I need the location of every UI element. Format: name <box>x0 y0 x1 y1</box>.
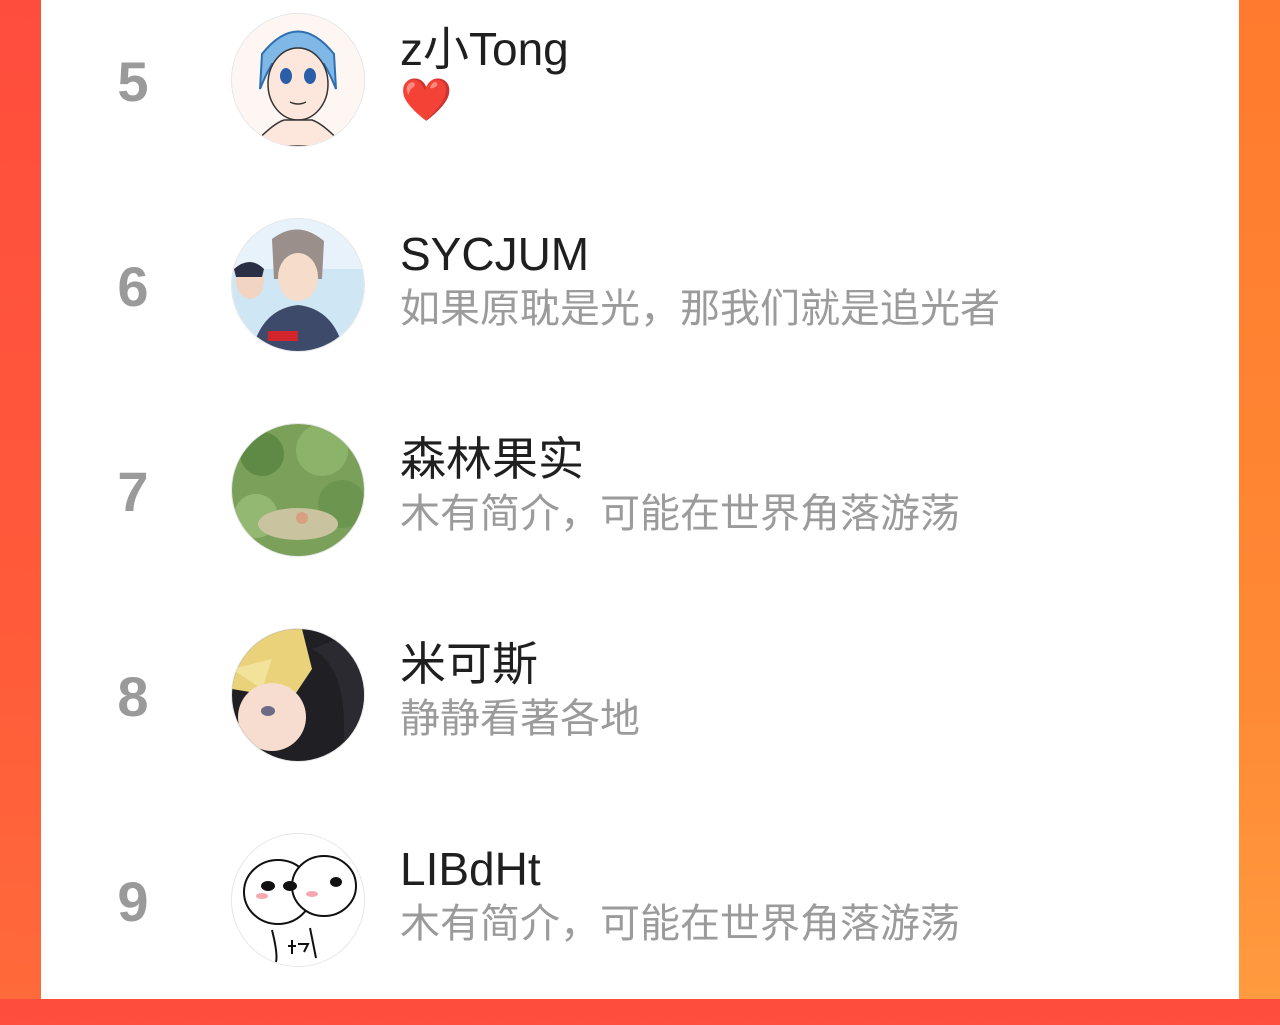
user-bio: 木有简介，可能在世界角落游荡 <box>400 902 960 946</box>
rank-number: 5 <box>117 50 149 113</box>
user-bio: 如果原耽是光，那我们就是追光者 <box>400 287 1000 331</box>
ranking-row[interactable]: 8 米可斯 静静看著各地 <box>41 615 1239 820</box>
rank-number: 9 <box>117 870 149 933</box>
cartoon-faces-avatar[interactable] <box>231 833 365 967</box>
user-name[interactable]: 米可斯 <box>400 641 538 687</box>
ranking-row[interactable]: 6 SYCJUM 如果原耽是光，那我们就是追光者 <box>41 205 1239 410</box>
user-name[interactable]: LIBdHt <box>400 846 541 892</box>
rank-number: 6 <box>117 255 149 318</box>
ranking-row[interactable]: 7 森林果实 木有简介，可能在世界角落游荡 <box>41 410 1239 615</box>
blonde-anime-boy-avatar[interactable] <box>231 628 365 762</box>
ranking-panel: 5 z小Tong ❤️ 6 SYCJUM 如果原耽是光，那我们就是追光者 7 森… <box>41 0 1239 999</box>
anime-boys-hoodie-avatar[interactable] <box>231 218 365 352</box>
heart-icon: ❤️ <box>400 76 453 123</box>
right-accent-strip <box>1239 0 1280 999</box>
ranking-row[interactable]: 9 LIBdHt 木有简介，可能在世界角落游荡 <box>41 820 1239 1025</box>
anime-girl-blue-hair-avatar[interactable] <box>231 13 365 147</box>
ranking-row[interactable]: 5 z小Tong ❤️ <box>41 0 1239 205</box>
rank-number: 8 <box>117 665 149 728</box>
user-bio: 木有简介，可能在世界角落游荡 <box>400 492 960 536</box>
user-name[interactable]: SYCJUM <box>400 231 589 277</box>
forest-scene-avatar[interactable] <box>231 423 365 557</box>
user-name[interactable]: z小Tong <box>400 26 569 72</box>
user-name[interactable]: 森林果实 <box>400 436 584 482</box>
rank-number: 7 <box>117 460 149 523</box>
user-bio: 静静看著各地 <box>400 697 640 741</box>
